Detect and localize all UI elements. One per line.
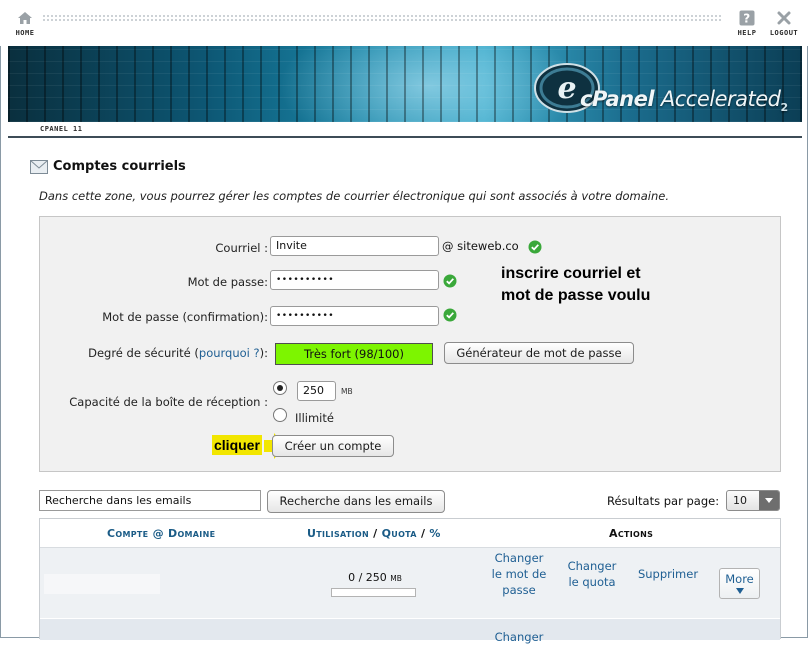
- col-sep-2: /: [420, 527, 426, 540]
- chevron-down-icon: [759, 491, 779, 510]
- caret-down-icon: [735, 588, 744, 594]
- unlimited-label: Illimité: [295, 411, 334, 425]
- domain-text: @ siteweb.co: [442, 239, 519, 253]
- breadcrumb[interactable]: CPANEL 11: [40, 125, 82, 133]
- cpanel-logo-text: cPanel Accelerated2: [580, 87, 788, 114]
- password-label: Mot de passe:: [187, 275, 268, 289]
- strength-label-prefix: Degré de sécurité (: [88, 346, 199, 360]
- col-domain: Domaine: [168, 527, 216, 540]
- results-per-page-value: 10: [733, 494, 747, 507]
- help-label: HELP: [737, 29, 757, 37]
- usage-text: 0 / 250 MB: [330, 571, 420, 584]
- top-bar: HOME ? HELP LOGOUT: [0, 0, 808, 46]
- envelope-icon: [30, 160, 48, 174]
- col-at: @: [152, 527, 164, 540]
- create-account-button[interactable]: Créer un compte: [272, 435, 394, 457]
- col-usage-header[interactable]: Utilisation / Quota / %: [307, 527, 441, 540]
- logo-cpanel: cPanel: [580, 87, 655, 111]
- password-valid-check-icon: [443, 274, 457, 288]
- instruction-line-1: inscrire courriel et: [501, 265, 641, 282]
- quota-unlimited-radio[interactable]: [273, 408, 287, 422]
- instruction-annotation: inscrire courriel et mot de passe voulu: [501, 263, 650, 307]
- col-quota: Quota: [381, 527, 417, 540]
- usage-value: 0 / 250: [348, 571, 387, 584]
- col-usage: Utilisation: [307, 527, 370, 540]
- col-sep-1: /: [373, 527, 378, 540]
- table-row: Changer: [40, 619, 780, 644]
- usage-unit: MB: [390, 574, 402, 583]
- email-input[interactable]: Invite: [270, 236, 439, 256]
- col-account: Compte: [107, 527, 149, 540]
- more-button[interactable]: More: [719, 568, 760, 599]
- logout-label: LOGOUT: [769, 29, 799, 37]
- logo-version: 2: [780, 101, 789, 115]
- results-per-page-select[interactable]: 10: [726, 490, 780, 511]
- search-button[interactable]: Recherche dans les emails: [267, 490, 445, 513]
- confirm-password-input[interactable]: ••••••••••: [270, 306, 439, 326]
- confirm-password-label: Mot de passe (confirmation):: [102, 310, 268, 324]
- home-button[interactable]: HOME: [5, 10, 45, 37]
- svg-text:?: ?: [743, 12, 750, 26]
- change-password-link-row2[interactable]: Changer: [489, 629, 549, 645]
- page-description: Dans cette zone, vous pourrez gérer les …: [39, 189, 669, 203]
- click-annotation: cliquer: [212, 435, 262, 455]
- more-label: More: [725, 572, 754, 586]
- home-icon: [18, 12, 32, 24]
- password-generator-button[interactable]: Générateur de mot de passe: [444, 342, 634, 364]
- results-per-page-label: Résultats par page:: [607, 494, 720, 508]
- table-row: 0 / 250 MB Changer le mot de passe Chang…: [40, 548, 780, 618]
- dotted-divider: [42, 14, 722, 22]
- email-search-input[interactable]: Recherche dans les emails: [39, 490, 261, 511]
- change-password-link[interactable]: Changer le mot de passe: [489, 550, 549, 598]
- table-header: Compte @ Domaine Utilisation / Quota / %…: [40, 519, 780, 548]
- change-quota-link[interactable]: Changer le quota: [562, 558, 622, 590]
- page-title: Comptes courriels: [53, 159, 186, 174]
- col-account-header[interactable]: Compte @ Domaine: [107, 527, 215, 540]
- delete-link[interactable]: Supprimer: [634, 566, 702, 582]
- why-link[interactable]: pourquoi ?: [199, 346, 260, 360]
- quota-limited-radio[interactable]: [273, 381, 287, 395]
- change-password-line-3: passe: [502, 583, 536, 597]
- strength-meter: Très fort (98/100): [275, 343, 433, 365]
- strength-label: Degré de sécurité (pourquoi ?):: [60, 346, 268, 360]
- strength-label-suffix: ):: [259, 346, 268, 360]
- logout-button[interactable]: LOGOUT: [764, 10, 804, 37]
- logo-accelerated: Accelerated: [660, 87, 781, 111]
- unlimited-text: Illimité: [295, 411, 334, 425]
- account-cell-redacted: [44, 574, 160, 594]
- logout-icon: [777, 11, 791, 25]
- help-icon: ?: [739, 10, 755, 26]
- svg-text:e: e: [557, 71, 576, 106]
- confirm-valid-check-icon: [443, 308, 457, 322]
- change-password-line-1: Changer: [494, 551, 544, 565]
- instruction-line-2: mot de passe voulu: [501, 287, 651, 304]
- quota-input[interactable]: 250: [297, 381, 336, 401]
- usage-progress-bar: [331, 588, 416, 597]
- email-valid-check-icon: [528, 240, 542, 254]
- accounts-table: Compte @ Domaine Utilisation / Quota / %…: [39, 518, 781, 644]
- home-label: HOME: [15, 29, 35, 37]
- email-label: Courriel :: [215, 241, 268, 255]
- change-password-line-2: le mot de: [491, 567, 547, 581]
- help-button[interactable]: ? HELP: [727, 10, 767, 37]
- col-percent: %: [429, 527, 441, 540]
- breadcrumb-bar: CPANEL 11: [8, 122, 802, 138]
- change-quota-line-2: le quota: [568, 575, 616, 589]
- password-input[interactable]: ••••••••••: [270, 270, 439, 290]
- change-quota-line-1: Changer: [567, 559, 617, 573]
- quota-label: Capacité de la boîte de réception :: [69, 395, 268, 409]
- quota-unit: MB: [341, 387, 353, 396]
- col-actions-header: Actions: [609, 527, 654, 540]
